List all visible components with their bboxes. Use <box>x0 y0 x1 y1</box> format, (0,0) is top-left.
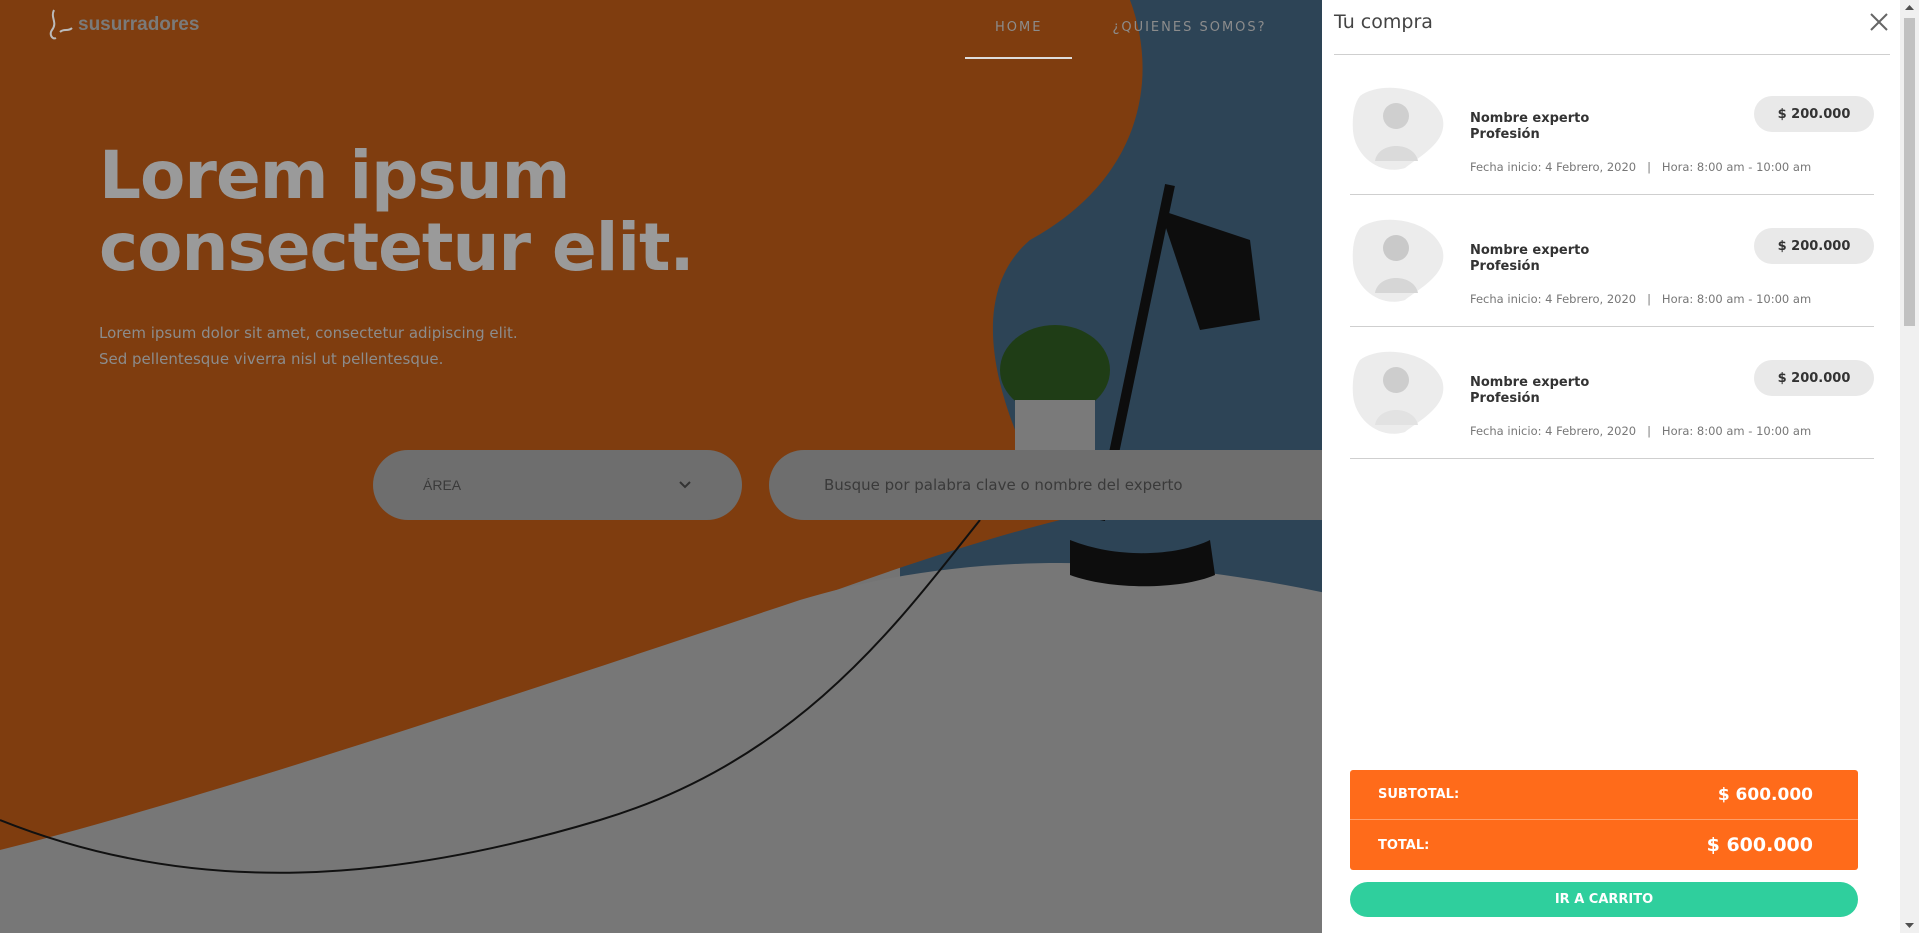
cart-item: Nombre experto Profesión Fecha inicio: 4… <box>1350 194 1874 327</box>
subtotal-label: SUBTOTAL: <box>1378 787 1460 802</box>
scroll-down-icon[interactable] <box>1900 917 1919 933</box>
main-nav: HOME ¿QUIENES SOMOS? <box>965 0 1267 59</box>
logo-icon <box>49 9 73 40</box>
total-row: TOTAL: $ 600.000 <box>1350 820 1858 870</box>
avatar <box>1352 87 1444 170</box>
session-meta: Fecha inicio: 4 Febrero, 2020 | Hora: 8:… <box>1470 160 1812 174</box>
logo[interactable]: susurradores <box>46 8 199 42</box>
hero-subtitle-line-2: Sed pellentesque viverra nisl ut pellent… <box>99 350 444 368</box>
hero-title: Lorem ipsum consectetur elit. <box>99 137 695 286</box>
nav-item-home[interactable]: HOME <box>965 0 1073 59</box>
session-meta: Fecha inicio: 4 Febrero, 2020 | Hora: 8:… <box>1470 424 1812 438</box>
subtotal-value: $ 600.000 <box>1717 784 1813 805</box>
avatar <box>1352 219 1444 302</box>
total-label: TOTAL: <box>1378 837 1430 853</box>
cart-panel-title: Tu compra <box>1334 11 1433 33</box>
cart-panel: Tu compra Nombre experto Profesión Fecha… <box>1322 0 1900 933</box>
hero-title-line-2: consectetur elit. <box>99 209 695 286</box>
hero-subtitle-line-1: Lorem ipsum dolor sit amet, consectetur … <box>99 324 518 342</box>
expert-name: Nombre experto <box>1470 375 1590 390</box>
subtotal-row: SUBTOTAL: $ 600.000 <box>1350 770 1858 820</box>
page: susurradores HOME ¿QUIENES SOMOS? Lorem … <box>0 0 1919 933</box>
divider <box>1334 54 1890 55</box>
price-badge: $ 200.000 <box>1754 360 1874 396</box>
session-meta: Fecha inicio: 4 Febrero, 2020 | Hora: 8:… <box>1470 292 1812 306</box>
nav-item-quienes-somos[interactable]: ¿QUIENES SOMOS? <box>1112 0 1266 57</box>
search-input-placeholder: Busque por palabra clave o nombre del ex… <box>824 476 1183 494</box>
logo-text: susurradores <box>78 14 200 35</box>
area-select-label: ÁREA <box>423 477 462 493</box>
close-icon[interactable] <box>1868 11 1890 33</box>
expert-name: Nombre experto <box>1470 111 1590 126</box>
price-badge: $ 200.000 <box>1754 96 1874 132</box>
cart-item: Nombre experto Profesión Fecha inicio: 4… <box>1350 326 1874 459</box>
hero-subtitle: Lorem ipsum dolor sit amet, consectetur … <box>99 320 518 372</box>
scrollbar[interactable] <box>1900 0 1919 933</box>
expert-name: Nombre experto <box>1470 243 1590 258</box>
price-badge: $ 200.000 <box>1754 228 1874 264</box>
cart-item: Nombre experto Profesión Fecha inicio: 4… <box>1350 62 1874 195</box>
avatar <box>1352 351 1444 434</box>
scroll-up-icon[interactable] <box>1900 0 1919 16</box>
go-to-cart-button[interactable]: IR A CARRITO <box>1350 882 1858 917</box>
expert-profession: Profesión <box>1470 127 1540 142</box>
totals-box: SUBTOTAL: $ 600.000 TOTAL: $ 600.000 <box>1350 770 1858 870</box>
area-select[interactable]: ÁREA <box>373 450 742 520</box>
search-input[interactable]: Busque por palabra clave o nombre del ex… <box>769 450 1409 520</box>
expert-profession: Profesión <box>1470 259 1540 274</box>
chevron-down-icon <box>679 481 691 489</box>
total-value: $ 600.000 <box>1706 834 1813 856</box>
expert-profession: Profesión <box>1470 391 1540 406</box>
scrollbar-thumb[interactable] <box>1904 18 1915 326</box>
hero-title-line-1: Lorem ipsum <box>99 137 570 214</box>
